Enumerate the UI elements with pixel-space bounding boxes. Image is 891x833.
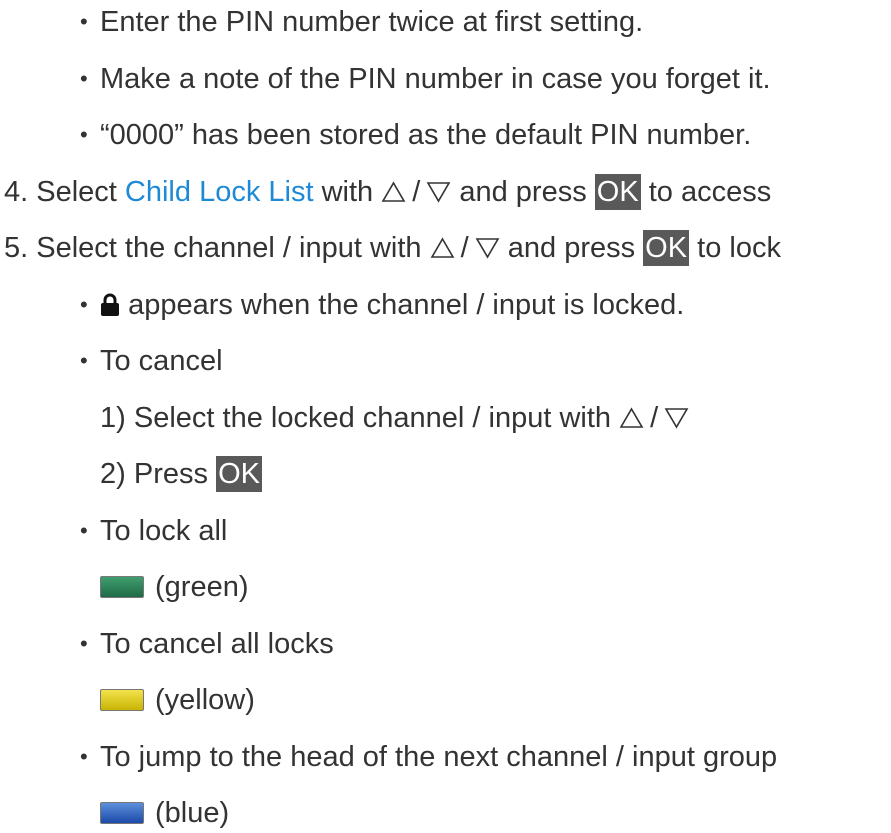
- up-triangle-icon: [619, 406, 644, 428]
- bullet-text: To cancel all locks: [100, 627, 334, 660]
- ok-key: OK: [643, 230, 690, 266]
- substep-text: Select the locked channel / input with: [133, 401, 612, 434]
- substep-number: 2): [100, 458, 126, 490]
- step-5: 5. Select the channel / input with / and…: [4, 228, 781, 268]
- bullet-dot: •: [80, 291, 88, 317]
- blue-button-row: (blue): [100, 793, 229, 833]
- down-triangle-icon: [664, 407, 689, 429]
- bullet-dot: •: [80, 630, 88, 656]
- ok-key: OK: [594, 173, 641, 210]
- cancel-substep-1: 1) Select the locked channel / input wit…: [100, 398, 689, 438]
- step-text: with: [321, 175, 374, 208]
- up-triangle-icon: [381, 180, 406, 202]
- bullet-text: To cancel: [100, 345, 223, 377]
- bullet-dot: •: [80, 122, 88, 147]
- button-color-label: (green): [155, 571, 249, 603]
- substep-number: 1): [100, 401, 126, 434]
- yellow-button-icon: [100, 689, 144, 711]
- up-triangle-icon: [430, 237, 455, 258]
- padlock-icon: [101, 293, 119, 316]
- bullet-text: appears when the channel / input is lock…: [128, 288, 685, 321]
- step-text: and press: [459, 175, 587, 208]
- blue-button-icon: [100, 802, 144, 824]
- slash: /: [460, 232, 469, 264]
- step-number: 4.: [4, 175, 29, 208]
- step-4: 4. Select Child Lock List with / and pre…: [4, 172, 771, 212]
- bullet-dot: •: [80, 517, 88, 543]
- substep-text: Press: [133, 458, 208, 490]
- bullet-text: To jump to the head of the next channel …: [100, 740, 778, 773]
- bullet-dot: •: [80, 65, 88, 91]
- yellow-button-row: (yellow): [100, 680, 255, 720]
- down-triangle-icon: [475, 238, 500, 259]
- cancel-substep-2: 2) Press OK: [100, 454, 262, 494]
- bullet-dot: •: [80, 743, 88, 769]
- slash: /: [650, 401, 659, 434]
- button-color-label: (yellow): [155, 684, 255, 716]
- step-text: and press: [507, 232, 636, 264]
- step-text: Select the channel / input with: [36, 232, 422, 264]
- bullet-dot: •: [80, 348, 88, 373]
- step-text: Select: [36, 175, 117, 208]
- ok-key: OK: [216, 456, 262, 492]
- down-triangle-icon: [426, 181, 451, 203]
- green-button-row: (green): [100, 567, 249, 607]
- bullet-text: To lock all: [100, 514, 228, 547]
- bullet-dot: •: [80, 9, 88, 34]
- bullet-text: Enter the PIN number twice at first sett…: [100, 6, 644, 38]
- slash: /: [412, 175, 421, 208]
- bullet-text: “0000” has been stored as the default PI…: [100, 119, 752, 151]
- step-text: to lock: [697, 232, 781, 264]
- green-button-icon: [100, 576, 144, 598]
- bullet-text: Make a note of the PIN number in case yo…: [100, 62, 771, 95]
- child-lock-list-link[interactable]: Child Lock List: [125, 172, 314, 212]
- button-color-label: (blue): [155, 797, 230, 829]
- step-number: 5.: [4, 232, 29, 264]
- step-text: to access: [648, 175, 772, 208]
